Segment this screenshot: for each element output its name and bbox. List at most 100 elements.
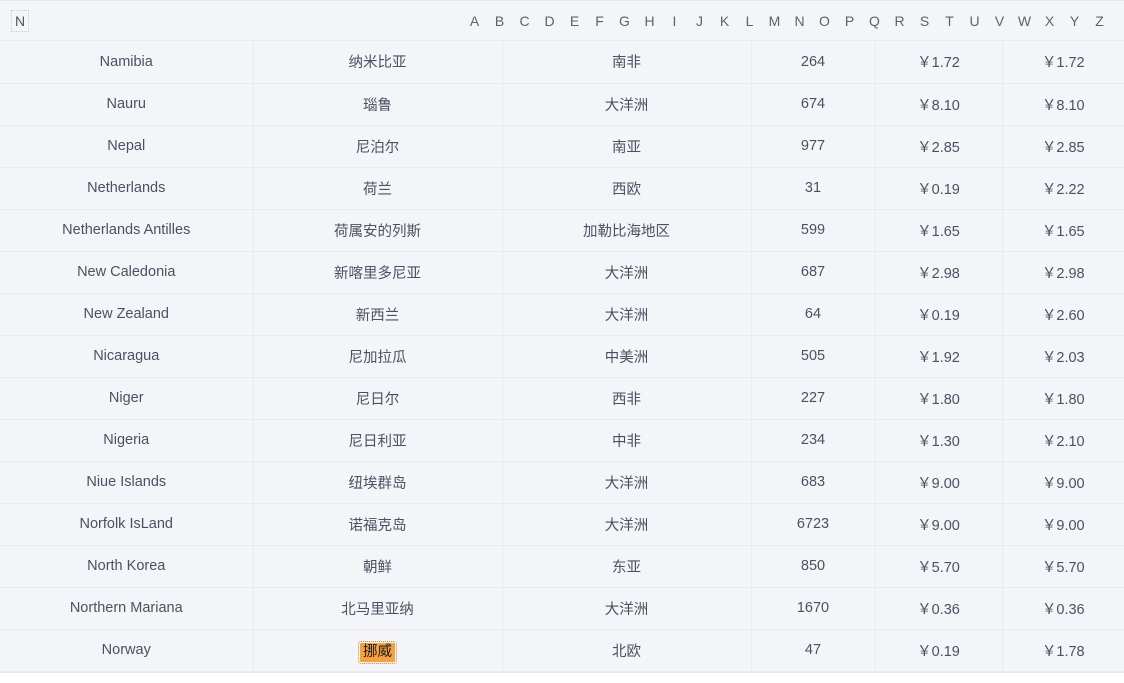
country-region: 大洋洲 <box>502 587 752 630</box>
price-secondary: ￥1.78 <box>1002 629 1124 672</box>
country-name-zh: 北马里亚纳 <box>253 587 503 630</box>
alphabet-index-letter-s[interactable]: S <box>912 14 937 28</box>
table-row[interactable]: Netherlands Antilles 荷属安的列斯 加勒比海地区 599 ￥1.65… <box>0 209 1124 252</box>
price-secondary: ￥2.10 <box>1002 419 1124 462</box>
country-name-en: Nauru <box>0 83 254 126</box>
country-code: 227 <box>751 377 876 420</box>
alphabet-index-letter-m[interactable]: M <box>762 14 787 28</box>
country-region: 大洋洲 <box>502 251 752 294</box>
alphabet-index-letter-g[interactable]: G <box>612 14 637 28</box>
country-code: 683 <box>751 461 876 504</box>
country-name-en: Niue Islands <box>0 461 254 504</box>
price-primary: ￥2.85 <box>875 125 1003 168</box>
table-row[interactable]: Niger 尼日尔 西非 227 ￥1.80 ￥1.80 <box>0 377 1124 420</box>
country-region: 南亚 <box>502 125 752 168</box>
table-row[interactable]: Netherlands 荷兰 西欧 31 ￥0.19 ￥2.22 <box>0 167 1124 210</box>
highlighted-selection: 挪威 <box>358 640 397 664</box>
country-region: 南非 <box>502 41 752 84</box>
country-name-en: Netherlands <box>0 167 254 210</box>
country-code: 687 <box>751 251 876 294</box>
price-secondary: ￥2.60 <box>1002 293 1124 336</box>
price-primary: ￥0.19 <box>875 293 1003 336</box>
alphabet-index-letter-x[interactable]: X <box>1037 14 1062 28</box>
alphabet-index-letter-v[interactable]: V <box>987 14 1012 28</box>
country-region: 中美洲 <box>502 335 752 378</box>
alphabet-index-letter-o[interactable]: O <box>812 14 837 28</box>
table-row[interactable]: Nauru 瑙鲁 大洋洲 674 ￥8.10 ￥8.10 <box>0 83 1124 126</box>
price-primary: ￥1.72 <box>875 41 1003 84</box>
country-code: 64 <box>751 293 876 336</box>
table-row[interactable]: New Zealand 新西兰 大洋洲 64 ￥0.19 ￥2.60 <box>0 293 1124 336</box>
alphabet-index-letter-h[interactable]: H <box>637 14 662 28</box>
price-secondary: ￥2.22 <box>1002 167 1124 210</box>
alphabet-index-letter-k[interactable]: K <box>712 14 737 28</box>
price-secondary: ￥9.00 <box>1002 461 1124 504</box>
country-name-en: Nigeria <box>0 419 254 462</box>
country-name-zh: 荷兰 <box>253 167 503 210</box>
country-region: 北欧 <box>502 629 752 672</box>
table-row[interactable]: Nicaragua 尼加拉瓜 中美洲 505 ￥1.92 ￥2.03 <box>0 335 1124 378</box>
price-secondary: ￥1.80 <box>1002 377 1124 420</box>
alphabet-index-letter-w[interactable]: W <box>1012 14 1037 28</box>
alphabet-index-letters: ABCDEFGHIJKLMNOPQRSTUVWXYZ <box>462 14 1118 28</box>
country-name-en: Niger <box>0 377 254 420</box>
price-secondary: ￥2.98 <box>1002 251 1124 294</box>
price-secondary: ￥5.70 <box>1002 545 1124 588</box>
country-region: 东亚 <box>502 545 752 588</box>
alphabet-index-letter-l[interactable]: L <box>737 14 762 28</box>
country-name-zh: 新喀里多尼亚 <box>253 251 503 294</box>
country-name-en: Norfolk IsLand <box>0 503 254 546</box>
alphabet-index-letter-c[interactable]: C <box>512 14 537 28</box>
alphabet-index-bar: N ABCDEFGHIJKLMNOPQRSTUVWXYZ <box>0 0 1124 41</box>
country-name-en: Nicaragua <box>0 335 254 378</box>
country-region: 大洋洲 <box>502 461 752 504</box>
country-name-zh: 尼日尔 <box>253 377 503 420</box>
price-primary: ￥1.80 <box>875 377 1003 420</box>
alphabet-index-letter-z[interactable]: Z <box>1087 14 1112 28</box>
country-name-en: North Korea <box>0 545 254 588</box>
table-row[interactable]: Norfolk IsLand 诺福克岛 大洋洲 6723 ￥9.00 ￥9.00 <box>0 503 1124 546</box>
price-secondary: ￥9.00 <box>1002 503 1124 546</box>
country-code: 264 <box>751 41 876 84</box>
country-code: 31 <box>751 167 876 210</box>
price-secondary: ￥2.03 <box>1002 335 1124 378</box>
alphabet-index-letter-q[interactable]: Q <box>862 14 887 28</box>
alphabet-index-letter-a[interactable]: A <box>462 14 487 28</box>
price-primary: ￥0.36 <box>875 587 1003 630</box>
table-row[interactable]: Niue Islands 纽埃群岛 大洋洲 683 ￥9.00 ￥9.00 <box>0 461 1124 504</box>
price-secondary: ￥1.65 <box>1002 209 1124 252</box>
alphabet-index-letter-f[interactable]: F <box>587 14 612 28</box>
table-row[interactable]: Norway 挪威 北欧 47 ￥0.19 ￥1.78 <box>0 629 1124 672</box>
country-name-zh: 尼日利亚 <box>253 419 503 462</box>
price-secondary: ￥1.72 <box>1002 41 1124 84</box>
table-row[interactable]: Namibia 纳米比亚 南非 264 ￥1.72 ￥1.72 <box>0 41 1124 84</box>
alphabet-index-letter-t[interactable]: T <box>937 14 962 28</box>
country-name-en: New Zealand <box>0 293 254 336</box>
table-row[interactable]: North Korea 朝鲜 东亚 850 ￥5.70 ￥5.70 <box>0 545 1124 588</box>
price-secondary: ￥0.36 <box>1002 587 1124 630</box>
alphabet-index-letter-u[interactable]: U <box>962 14 987 28</box>
country-name-zh: 尼加拉瓜 <box>253 335 503 378</box>
alphabet-index-letter-r[interactable]: R <box>887 14 912 28</box>
table-row[interactable]: Nepal 尼泊尔 南亚 977 ￥2.85 ￥2.85 <box>0 125 1124 168</box>
alphabet-index-letter-e[interactable]: E <box>562 14 587 28</box>
alphabet-index-letter-n[interactable]: N <box>787 14 812 28</box>
price-primary: ￥8.10 <box>875 83 1003 126</box>
alphabet-index-letter-j[interactable]: J <box>687 14 712 28</box>
alphabet-index-letter-b[interactable]: B <box>487 14 512 28</box>
table-row[interactable]: Nigeria 尼日利亚 中非 234 ￥1.30 ￥2.10 <box>0 419 1124 462</box>
price-primary: ￥2.98 <box>875 251 1003 294</box>
country-code: 599 <box>751 209 876 252</box>
country-name-zh: 瑙鲁 <box>253 83 503 126</box>
alphabet-index-letter-y[interactable]: Y <box>1062 14 1087 28</box>
alphabet-index-letter-d[interactable]: D <box>537 14 562 28</box>
country-table: Namibia 纳米比亚 南非 264 ￥1.72 ￥1.72 Nauru 瑙鲁 大洋洲 674 ￥… <box>0 41 1124 672</box>
current-letter-label: N <box>10 9 30 32</box>
alphabet-index-letter-i[interactable]: I <box>662 14 687 28</box>
table-row[interactable]: New Caledonia 新喀里多尼亚 大洋洲 687 ￥2.98 ￥2.98 <box>0 251 1124 294</box>
country-name-zh: 诺福克岛 <box>253 503 503 546</box>
country-rate-list-page: N ABCDEFGHIJKLMNOPQRSTUVWXYZ Namibia 纳米比亚… <box>0 0 1124 683</box>
alphabet-index-letter-p[interactable]: P <box>837 14 862 28</box>
table-row[interactable]: Northern Mariana 北马里亚纳 大洋洲 1670 ￥0.36 ￥0.36 <box>0 587 1124 630</box>
country-name-zh: 纳米比亚 <box>253 41 503 84</box>
